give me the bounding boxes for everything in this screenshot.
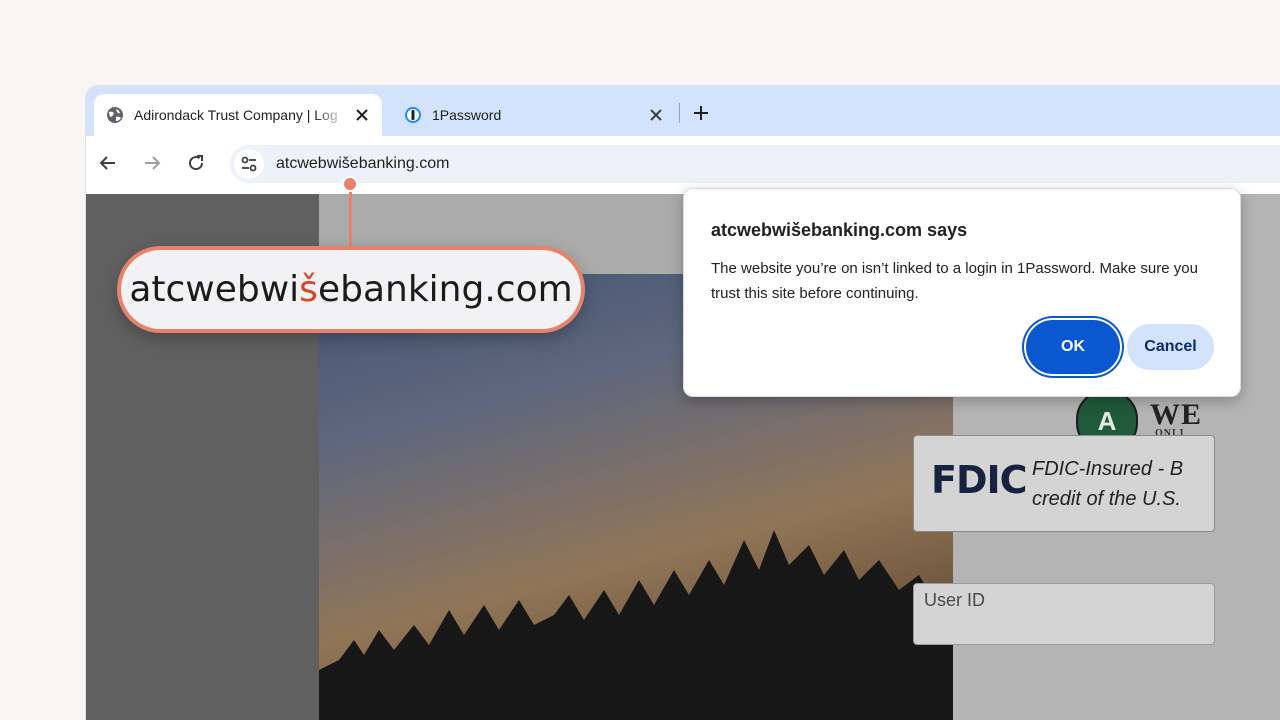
tab-title: 1Password [432,107,502,123]
tab-adirondack[interactable]: Adirondack Trust Company | Log [94,94,382,136]
fdic-text: FDIC-Insured - B credit of the U.S. [1032,454,1232,514]
user-id-field[interactable]: User ID [913,583,1215,645]
tab-title: Adirondack Trust Company | Log [134,107,338,123]
dialog-title: atcwebwišebanking.com says [711,220,968,240]
reload-icon [189,155,204,171]
new-tab-button[interactable] [689,101,713,125]
callout-text: atcwebwišebanking.com [129,269,572,310]
arrow-left-icon [99,156,115,170]
plus-icon [694,106,708,120]
callout-connector [349,183,352,249]
forward-button[interactable] [140,151,164,175]
fdic-line-1: FDIC-Insured - B [1032,458,1184,480]
cancel-button[interactable]: Cancel [1127,324,1214,370]
alert-dialog: atcwebwišebanking.com says The website y… [683,188,1241,397]
ok-button[interactable]: OK [1026,320,1120,374]
fdic-banner: FDIC FDIC-Insured - B credit of the U.S. [913,435,1215,532]
callout-text-before: atcwebwi [129,269,300,310]
arrow-right-icon [145,156,161,170]
address-bar[interactable]: atcwebwišebanking.com [230,145,1280,183]
callout-text-highlight: š [299,269,318,310]
toolbar: atcwebwišebanking.com [86,136,1280,195]
url-text: atcwebwišebanking.com [276,155,450,172]
bank-logo-text: WE [1150,398,1203,431]
user-id-placeholder: User ID [924,590,986,610]
site-info-button[interactable] [234,149,264,179]
tab-strip: Adirondack Trust Company | Log 1Password [86,86,1280,136]
close-icon[interactable] [354,107,370,123]
dialog-message: The website you’re on isn’t linked to a … [711,260,1198,302]
1password-icon [404,106,422,124]
tune-icon [241,156,257,172]
callout-text-after: ebanking.com [317,269,573,310]
fdic-line-2: credit of the U.S. [1032,488,1181,510]
globe-icon [106,106,124,124]
fdic-logo: FDIC [931,458,1028,502]
url-callout: atcwebwišebanking.com [117,246,585,333]
tab-1password[interactable]: 1Password [392,94,676,136]
callout-anchor-dot [342,176,358,192]
back-button[interactable] [96,151,120,175]
close-icon[interactable] [648,107,664,123]
reload-button[interactable] [184,151,208,175]
tab-separator [679,103,680,123]
